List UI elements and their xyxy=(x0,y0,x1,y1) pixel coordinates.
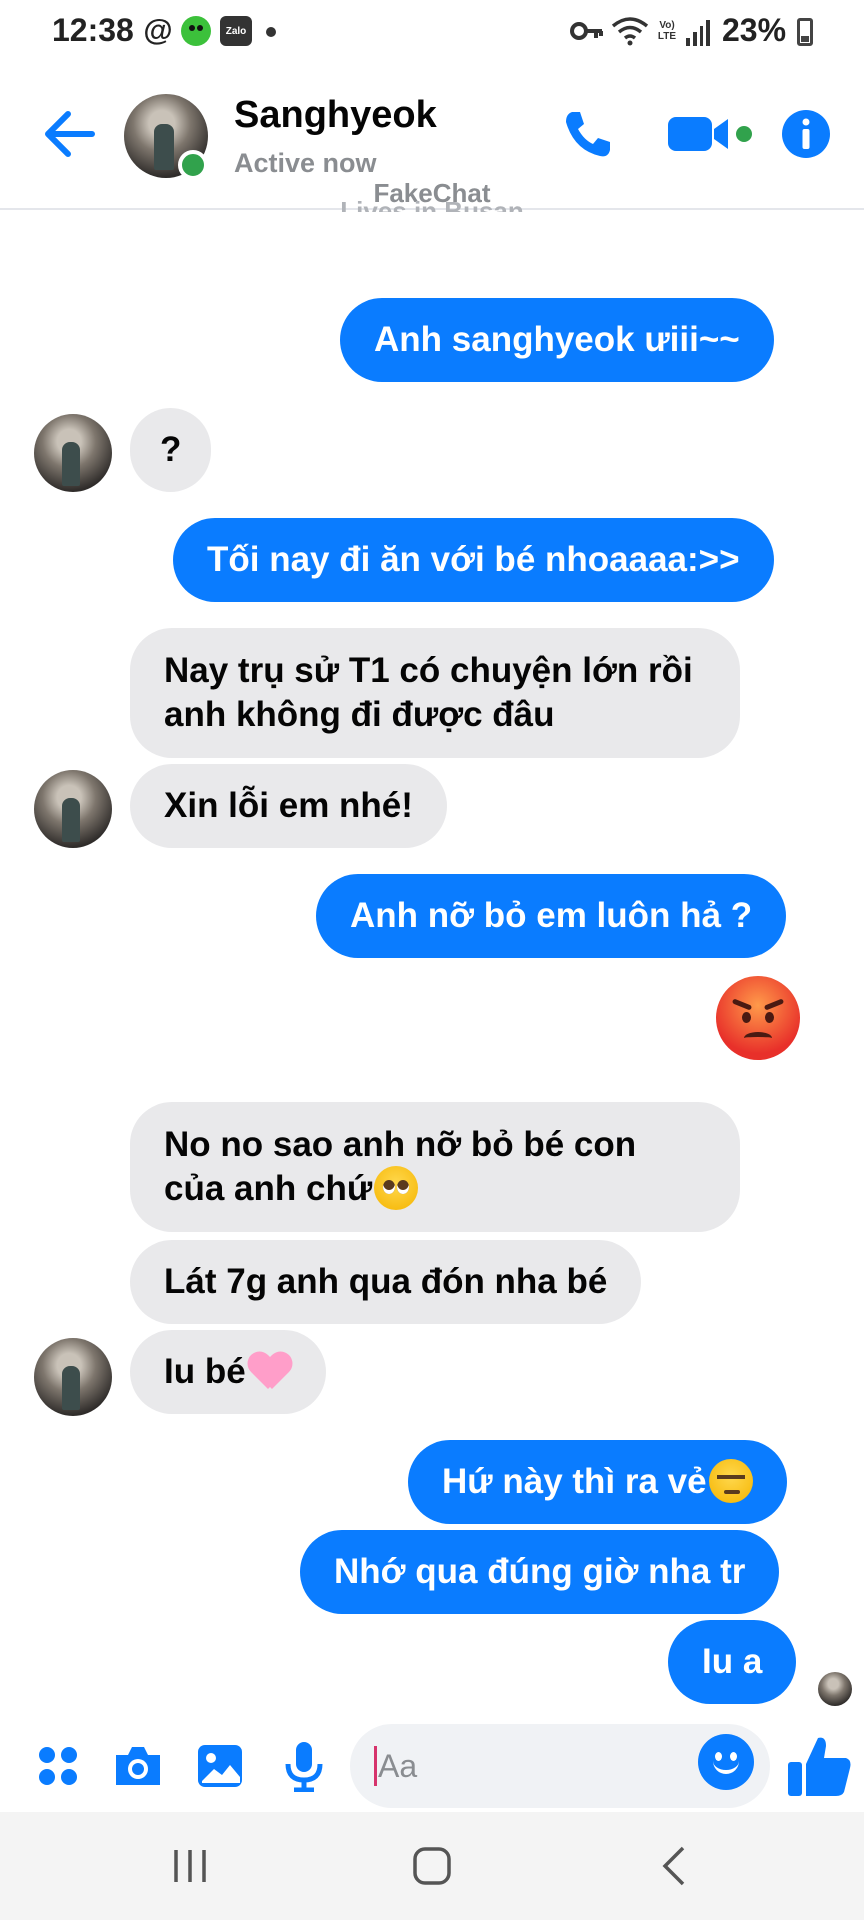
gallery-button[interactable] xyxy=(190,1736,250,1796)
robot-app-icon xyxy=(181,16,211,46)
recents-icon xyxy=(174,1850,206,1882)
microphone-icon xyxy=(285,1742,323,1792)
online-indicator xyxy=(178,150,208,180)
message-text: Anh sanghyeok ưiii~~ xyxy=(374,320,740,359)
message-sent[interactable]: Iu a xyxy=(668,1620,797,1704)
message-text: Iu bé xyxy=(164,1352,246,1391)
info-icon xyxy=(782,110,830,158)
video-camera-icon xyxy=(668,117,752,151)
volte-icon: Vo) LTE xyxy=(654,16,680,46)
message-received[interactable]: ? xyxy=(130,408,212,492)
threads-icon: @ xyxy=(143,14,173,47)
status-bar: 12:38 @ Zalo Vo) LTE 23% xyxy=(0,0,864,64)
message-text: Nay trụ sử T1 có chuyện lớn rồi anh khôn… xyxy=(164,651,693,734)
phone-icon xyxy=(566,112,610,157)
back-button[interactable] xyxy=(40,104,100,164)
unamused-face-emoji xyxy=(708,1458,753,1503)
home-icon xyxy=(413,1847,451,1885)
message-sent[interactable]: Nhớ qua đúng giờ nha tr xyxy=(300,1530,780,1614)
signal-icon xyxy=(686,16,710,46)
message-sent[interactable]: Anh sanghyeok ưiii~~ xyxy=(340,298,774,382)
contact-name[interactable]: Sanghyeok xyxy=(234,94,437,137)
grid-dots-icon xyxy=(39,1747,77,1785)
home-button[interactable] xyxy=(402,1838,462,1894)
notification-dot-icon xyxy=(266,27,276,37)
contact-avatar-small[interactable] xyxy=(34,1338,112,1416)
voice-record-button[interactable] xyxy=(274,1736,334,1796)
message-input[interactable] xyxy=(374,1724,674,1808)
more-actions-button[interactable] xyxy=(28,1736,88,1796)
back-nav-button[interactable] xyxy=(644,1838,704,1894)
like-button[interactable] xyxy=(782,1726,858,1806)
message-text: Anh nỡ bỏ em luôn hả ? xyxy=(350,896,753,935)
message-text: Nhớ qua đúng giờ nha tr xyxy=(334,1552,746,1591)
chevron-left-icon xyxy=(662,1846,685,1886)
read-receipt-avatar xyxy=(818,1672,852,1706)
battery-icon xyxy=(797,18,813,46)
status-time: 12:38 xyxy=(52,12,134,48)
message-text: Xin lỗi em nhé! xyxy=(164,786,413,825)
message-received[interactable]: Iu bé xyxy=(130,1330,326,1414)
battery-percent: 23% xyxy=(722,12,787,48)
message-sent[interactable]: Tối nay đi ăn với bé nhoaaaa:>> xyxy=(173,518,774,602)
system-nav-bar xyxy=(0,1812,864,1920)
message-received[interactable]: No no sao anh nỡ bỏ bé con của anh chứ xyxy=(130,1102,740,1232)
wifi-icon xyxy=(610,16,650,46)
emoji-button[interactable] xyxy=(698,1734,754,1790)
pink-heart-emoji xyxy=(248,1351,292,1391)
arrow-left-icon xyxy=(45,111,95,157)
message-sent[interactable]: Hứ này thì ra vẻ xyxy=(408,1440,787,1524)
message-text: Tối nay đi ăn với bé nhoaaaa:>> xyxy=(207,540,740,579)
video-call-button[interactable] xyxy=(664,102,754,166)
message-text: Lát 7g anh qua đón nha bé xyxy=(164,1262,608,1301)
recent-apps-button[interactable] xyxy=(160,1838,220,1894)
message-composer xyxy=(0,1718,864,1814)
contact-status: Active now xyxy=(234,148,377,178)
lte-label: LTE xyxy=(657,31,677,42)
contact-avatar-small[interactable] xyxy=(34,414,112,492)
smiley-icon xyxy=(713,1760,739,1774)
message-text: Hứ này thì ra vẻ xyxy=(442,1462,707,1501)
contact-avatar-small[interactable] xyxy=(34,770,112,848)
message-received[interactable]: Xin lỗi em nhé! xyxy=(130,764,447,848)
camera-button[interactable] xyxy=(108,1736,168,1796)
info-button[interactable] xyxy=(776,102,836,166)
angry-face-emoji[interactable] xyxy=(716,976,800,1060)
volte-label: Vo) xyxy=(659,20,675,31)
zalo-icon: Zalo xyxy=(220,16,252,46)
message-received[interactable]: Lát 7g anh qua đón nha bé xyxy=(130,1240,642,1324)
message-text: Iu a xyxy=(702,1642,763,1681)
profile-hint: Lives in Busan xyxy=(340,196,524,212)
thumbs-up-icon xyxy=(788,1737,851,1796)
vpn-key-icon xyxy=(570,16,604,46)
message-received[interactable]: Nay trụ sử T1 có chuyện lớn rồi anh khôn… xyxy=(130,628,740,758)
image-icon xyxy=(198,1745,242,1787)
voice-call-button[interactable] xyxy=(556,102,620,166)
pleading-face-emoji xyxy=(374,1165,419,1210)
camera-icon xyxy=(116,1747,160,1785)
message-sent[interactable]: Anh nỡ bỏ em luôn hả ? xyxy=(316,874,787,958)
message-text: ? xyxy=(160,430,182,469)
